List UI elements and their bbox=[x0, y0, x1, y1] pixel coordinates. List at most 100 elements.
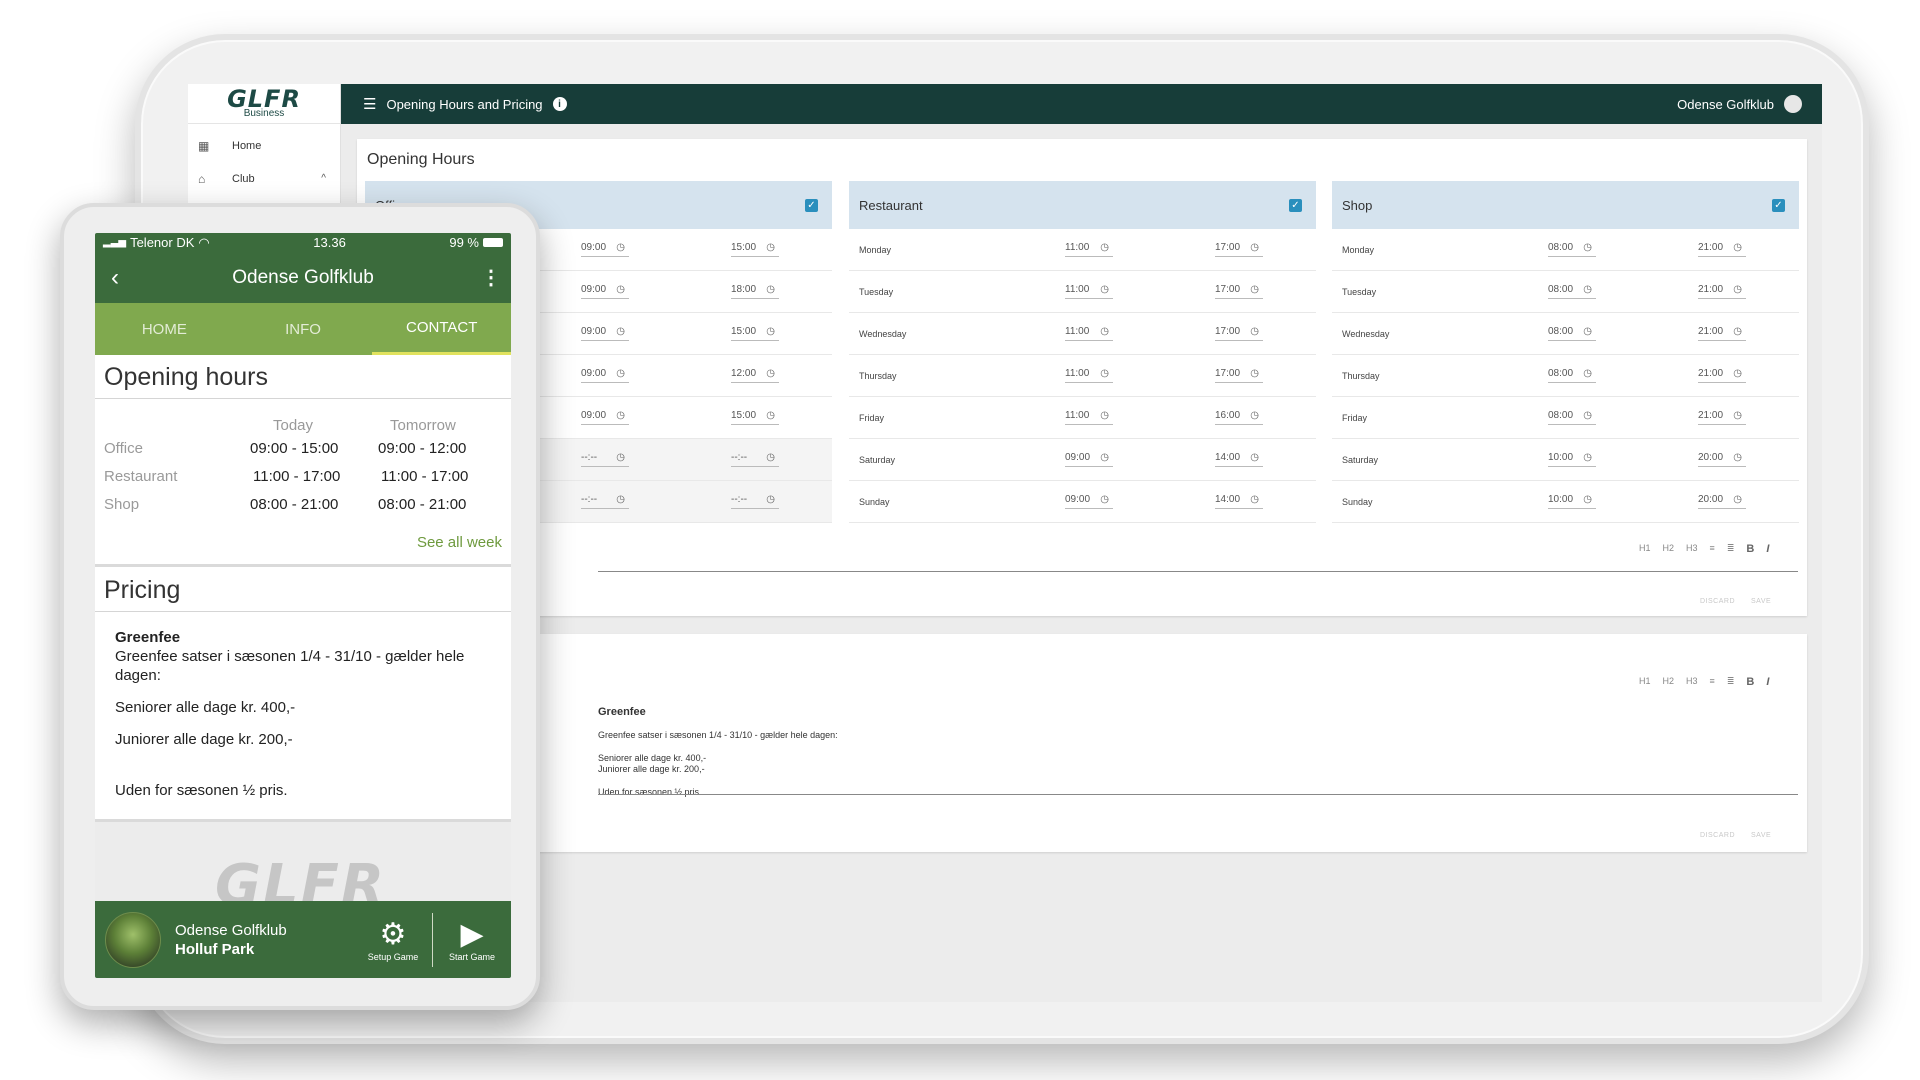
more-vertical-icon[interactable]: ⋮ bbox=[471, 265, 511, 290]
day-label: Thursday bbox=[859, 370, 897, 381]
pricing-editor-content[interactable]: Greenfee Greenfee satser i sæsonen 1/4 -… bbox=[598, 707, 838, 798]
h1-button[interactable]: H1 bbox=[1639, 676, 1651, 688]
close-time-field[interactable]: 18:00 ◷ bbox=[731, 284, 779, 299]
ordered-list-icon[interactable]: ≡ bbox=[1710, 676, 1715, 688]
bullet-list-icon[interactable]: ≣ bbox=[1727, 676, 1735, 688]
open-time-field[interactable]: 11:00 ◷ bbox=[1065, 284, 1113, 299]
discard-button[interactable]: DISCARD bbox=[1700, 598, 1735, 605]
clock-icon: ◷ bbox=[616, 284, 625, 295]
close-time-field[interactable]: 15:00 ◷ bbox=[731, 326, 779, 341]
h3-button[interactable]: H3 bbox=[1686, 543, 1698, 555]
italic-button[interactable]: I bbox=[1766, 543, 1769, 555]
battery-icon bbox=[483, 238, 503, 247]
open-time-field[interactable]: 08:00 ◷ bbox=[1548, 410, 1596, 425]
clock-icon: ◷ bbox=[616, 368, 625, 379]
open-time-field[interactable]: 08:00 ◷ bbox=[1548, 326, 1596, 341]
back-arrow-icon[interactable]: ‹ bbox=[95, 264, 135, 292]
close-time-field[interactable]: 20:00 ◷ bbox=[1698, 494, 1746, 509]
close-time-field[interactable]: 21:00 ◷ bbox=[1698, 368, 1746, 383]
open-time-field[interactable]: 10:00 ◷ bbox=[1548, 452, 1596, 467]
italic-button[interactable]: I bbox=[1766, 676, 1769, 688]
close-time-field[interactable]: 14:00 ◷ bbox=[1215, 452, 1263, 467]
setup-game-button[interactable]: ⚙ Setup Game bbox=[354, 918, 432, 962]
close-time-field[interactable]: 17:00 ◷ bbox=[1215, 242, 1263, 257]
close-time-field[interactable]: 21:00 ◷ bbox=[1698, 326, 1746, 341]
day-label: Wednesday bbox=[1342, 328, 1390, 339]
close-time-field[interactable]: 15:00 ◷ bbox=[731, 410, 779, 425]
close-time-field[interactable]: 20:00 ◷ bbox=[1698, 452, 1746, 467]
bullet-list-icon[interactable]: ≣ bbox=[1727, 543, 1735, 555]
tab-home[interactable]: HOME bbox=[95, 303, 234, 355]
sidebar-item-club[interactable]: ⌂ Club ^ bbox=[188, 162, 340, 195]
close-time-field[interactable]: 17:00 ◷ bbox=[1215, 284, 1263, 299]
clock-icon: ◷ bbox=[1733, 326, 1742, 337]
open-time-field[interactable]: 09:00 ◷ bbox=[581, 368, 629, 383]
discard-button[interactable]: DISCARD bbox=[1700, 832, 1735, 839]
open-time-field[interactable]: 08:00 ◷ bbox=[1548, 368, 1596, 383]
open-time-field[interactable]: 09:00 ◷ bbox=[581, 284, 629, 299]
tab-contact[interactable]: CONTACT bbox=[372, 303, 511, 355]
close-time-field[interactable]: 15:00 ◷ bbox=[731, 242, 779, 257]
close-time-field[interactable]: 17:00 ◷ bbox=[1215, 368, 1263, 383]
save-button[interactable]: SAVE bbox=[1751, 832, 1771, 839]
clock-icon: ◷ bbox=[1733, 494, 1742, 505]
clock-icon: ◷ bbox=[1100, 326, 1109, 337]
shop-enabled-checkbox[interactable]: ✓ bbox=[1772, 198, 1785, 212]
day-label: Tuesday bbox=[859, 286, 894, 297]
hours-row: Monday 08:00 ◷ 21:00 ◷ bbox=[1332, 229, 1799, 271]
save-button[interactable]: SAVE bbox=[1751, 598, 1771, 605]
open-time-field[interactable]: 09:00 ◷ bbox=[581, 242, 629, 257]
shop-label: Shop bbox=[104, 496, 140, 513]
day-label: Monday bbox=[859, 244, 892, 255]
open-time-field[interactable]: 09:00 ◷ bbox=[1065, 494, 1113, 509]
day-label: Saturday bbox=[1342, 454, 1379, 465]
open-time-field[interactable]: 08:00 ◷ bbox=[1548, 284, 1596, 299]
clock-icon: ◷ bbox=[766, 326, 775, 337]
close-time-field[interactable]: 12:00 ◷ bbox=[731, 368, 779, 383]
hours-row: Wednesday 11:00 ◷ 17:00 ◷ bbox=[849, 313, 1316, 355]
open-time-field[interactable]: --:-- ◷ bbox=[581, 494, 629, 509]
h2-button[interactable]: H2 bbox=[1663, 676, 1675, 688]
open-time-field[interactable]: 09:00 ◷ bbox=[581, 326, 629, 341]
club-name: Odense Golfklub bbox=[1677, 96, 1774, 112]
open-time-field[interactable]: 11:00 ◷ bbox=[1065, 326, 1113, 341]
open-time-field[interactable]: 11:00 ◷ bbox=[1065, 242, 1113, 257]
bold-button[interactable]: B bbox=[1746, 676, 1754, 688]
opening-hours-heading: Opening hours bbox=[95, 355, 511, 399]
open-time-field[interactable]: 11:00 ◷ bbox=[1065, 368, 1113, 383]
opening-hours-title: Opening Hours bbox=[367, 151, 475, 168]
open-time-field[interactable]: 10:00 ◷ bbox=[1548, 494, 1596, 509]
close-time-field[interactable]: 21:00 ◷ bbox=[1698, 284, 1746, 299]
office-enabled-checkbox[interactable]: ✓ bbox=[805, 198, 818, 212]
h1-button[interactable]: H1 bbox=[1639, 543, 1651, 555]
close-time-field[interactable]: 17:00 ◷ bbox=[1215, 326, 1263, 341]
close-time-field[interactable]: --:-- ◷ bbox=[731, 452, 779, 467]
close-time-field[interactable]: 21:00 ◷ bbox=[1698, 242, 1746, 257]
page-title: Opening Hours and Pricing bbox=[386, 96, 543, 112]
start-game-button[interactable]: ▶ Start Game bbox=[433, 918, 511, 962]
avatar[interactable] bbox=[1784, 95, 1802, 113]
h3-button[interactable]: H3 bbox=[1686, 676, 1698, 688]
open-time-field[interactable]: 11:00 ◷ bbox=[1065, 410, 1113, 425]
h2-button[interactable]: H2 bbox=[1663, 543, 1675, 555]
info-icon[interactable]: i bbox=[552, 97, 567, 111]
open-time-field[interactable]: 09:00 ◷ bbox=[1065, 452, 1113, 467]
close-time-field[interactable]: 16:00 ◷ bbox=[1215, 410, 1263, 425]
hours-row: Thursday 08:00 ◷ 21:00 ◷ bbox=[1332, 355, 1799, 397]
sidebar-item-home[interactable]: ▦ Home bbox=[188, 129, 340, 162]
close-time-field[interactable]: 21:00 ◷ bbox=[1698, 410, 1746, 425]
open-time-field[interactable]: 08:00 ◷ bbox=[1548, 242, 1596, 257]
close-time-field[interactable]: 14:00 ◷ bbox=[1215, 494, 1263, 509]
bold-button[interactable]: B bbox=[1746, 543, 1754, 555]
brand-logo[interactable]: GLFR Business bbox=[188, 84, 340, 124]
editor-toolbar: H1 H2 H3 ≡ ≣ B I bbox=[1639, 543, 1769, 555]
open-time-field[interactable]: --:-- ◷ bbox=[581, 452, 629, 467]
clock-icon: ◷ bbox=[1583, 452, 1592, 463]
open-time-field[interactable]: 09:00 ◷ bbox=[581, 410, 629, 425]
ordered-list-icon[interactable]: ≡ bbox=[1710, 543, 1715, 555]
see-all-week-link[interactable]: See all week bbox=[417, 534, 502, 551]
hamburger-menu-icon[interactable]: ☰ bbox=[363, 95, 376, 113]
restaurant-enabled-checkbox[interactable]: ✓ bbox=[1289, 198, 1302, 212]
close-time-field[interactable]: --:-- ◷ bbox=[731, 494, 779, 509]
tab-info[interactable]: INFO bbox=[234, 303, 373, 355]
